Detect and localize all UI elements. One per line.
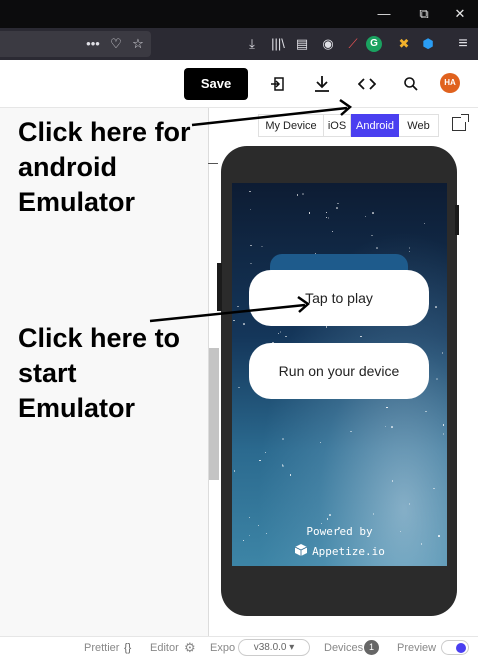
annotation-arrows xyxy=(149,98,353,323)
preview-toggle[interactable] xyxy=(441,640,469,655)
editor-button[interactable]: Editor xyxy=(150,641,179,655)
chevron-down-icon: ▾ xyxy=(289,642,295,653)
devices-button[interactable]: Devices xyxy=(324,641,363,655)
expo-version-value: v38.0.0 xyxy=(253,642,287,653)
toggle-knob xyxy=(456,643,466,653)
start-arrow xyxy=(149,303,306,323)
app-root: — ⧉ ✕ ••• ♡ ☆ ⤓ |||\ ▤ ◉ ⟋ G ✖ ⬢ ≡ Save … xyxy=(0,0,478,657)
expo-label: Expo xyxy=(210,642,236,654)
expo-version-select[interactable]: v38.0.0 ▾ xyxy=(238,639,310,656)
devices-count-badge: 1 xyxy=(364,640,379,655)
prettier-button[interactable]: Prettier xyxy=(84,641,119,655)
status-footer: Prettier {} Editor ⚙ Expo v38.0.0 ▾ Devi… xyxy=(0,636,478,657)
gear-icon[interactable]: ⚙ xyxy=(184,641,196,655)
android-arrow xyxy=(191,106,348,127)
prettier-braces-icon[interactable]: {} xyxy=(124,641,131,655)
preview-label: Preview xyxy=(397,642,437,654)
